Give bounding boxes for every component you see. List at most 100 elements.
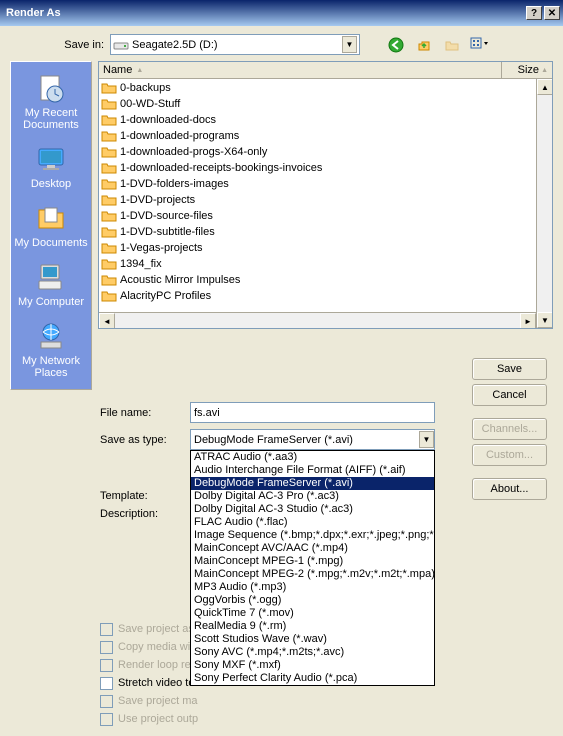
list-item[interactable]: 1-DVD-projects [99,192,536,208]
checkbox-icon [100,659,113,672]
folder-icon [101,290,117,302]
checkbox-icon [100,677,113,690]
folder-icon [101,210,117,222]
folder-icon [101,242,117,254]
vertical-scrollbar[interactable]: ▲ ▼ [536,79,552,328]
dropdown-option[interactable]: MainConcept MPEG-2 (*.mpg;*.m2v;*.m2t;*.… [191,568,434,581]
view-menu-icon[interactable] [470,35,490,55]
dropdown-option[interactable]: RealMedia 9 (*.rm) [191,620,434,633]
checkbox-use-project-out: Use project outp [100,710,553,728]
chevron-down-icon[interactable]: ▼ [342,36,357,53]
save-as-type-combo[interactable]: DebugMode FrameServer (*.avi) ▼ [190,429,435,450]
dropdown-option[interactable]: QuickTime 7 (*.mov) [191,607,434,620]
folder-icon [101,178,117,190]
place-desktop[interactable]: Desktop [11,137,91,196]
folder-icon [101,98,117,110]
dropdown-option[interactable]: Sony AVC (*.mp4;*.m2ts;*.avc) [191,646,434,659]
my-computer-icon [35,261,67,293]
list-item[interactable]: 1-downloaded-progs-X64-only [99,144,536,160]
dropdown-option[interactable]: Dolby Digital AC-3 Studio (*.ac3) [191,503,434,516]
chevron-down-icon[interactable]: ▼ [419,431,434,448]
desktop-icon [35,143,67,175]
about-button[interactable]: About... [472,478,547,500]
folder-icon [101,274,117,286]
folder-icon [101,130,117,142]
list-item[interactable]: 1-downloaded-receipts-bookings-invoices [99,160,536,176]
dropdown-option[interactable]: Image Sequence (*.bmp;*.dpx;*.exr;*.jpeg… [191,529,434,542]
dropdown-option[interactable]: MainConcept AVC/AAC (*.mp4) [191,542,434,555]
folder-icon [101,82,117,94]
folder-icon [101,226,117,238]
file-name-input[interactable]: fs.avi [190,402,435,423]
dropdown-option[interactable]: DebugMode FrameServer (*.avi) [191,477,434,490]
list-item[interactable]: 00-WD-Stuff [99,96,536,112]
help-button[interactable]: ? [526,6,542,20]
list-item[interactable]: 1-downloaded-programs [99,128,536,144]
list-header: Name▲ Size▲ [99,62,552,79]
description-label: Description: [100,508,190,520]
column-name[interactable]: Name▲ [99,62,502,78]
file-name-label: File name: [100,407,190,419]
folder-icon [101,146,117,158]
drive-icon [113,37,129,53]
sort-ascending-icon: ▲ [541,67,548,74]
list-item[interactable]: 1-DVD-subtitle-files [99,224,536,240]
place-my-documents[interactable]: My Documents [11,196,91,255]
list-item[interactable]: 1-Vegas-projects [99,240,536,256]
scroll-right-icon[interactable]: ► [520,313,536,328]
dropdown-option[interactable]: Audio Interchange File Format (AIFF) (*.… [191,464,434,477]
save-as-type-label: Save as type: [100,434,190,446]
scroll-up-icon[interactable]: ▲ [537,79,552,95]
dropdown-option[interactable]: FLAC Audio (*.flac) [191,516,434,529]
folder-icon [101,162,117,174]
list-item[interactable]: 1394_fix [99,256,536,272]
list-item[interactable]: AlacrityPC Profiles [99,288,536,304]
save-button[interactable]: Save [472,358,547,380]
places-bar: My Recent Documents Desktop My Documents… [10,61,92,390]
list-item[interactable]: 0-backups [99,80,536,96]
back-icon[interactable] [386,35,406,55]
dropdown-option[interactable]: Sony MXF (*.mxf) [191,659,434,672]
dropdown-option[interactable]: ATRAC Audio (*.aa3) [191,451,434,464]
list-item[interactable]: 1-downloaded-docs [99,112,536,128]
save-in-label: Save in: [54,39,104,51]
list-item[interactable]: 1-DVD-source-files [99,208,536,224]
scroll-down-icon[interactable]: ▼ [537,312,552,328]
up-one-level-icon[interactable] [414,35,434,55]
window-title: Render As [6,7,524,19]
titlebar: Render As ? ✕ [0,0,563,26]
new-folder-icon [442,35,462,55]
file-list[interactable]: Name▲ Size▲ 0-backups00-WD-Stuff1-downlo… [98,61,553,329]
checkbox-icon [100,713,113,726]
dropdown-option[interactable]: Dolby Digital AC-3 Pro (*.ac3) [191,490,434,503]
folder-icon [101,114,117,126]
place-my-computer[interactable]: My Computer [11,255,91,314]
network-places-icon [35,320,67,352]
checkbox-icon [100,623,113,636]
save-as-type-dropdown[interactable]: ATRAC Audio (*.aa3)Audio Interchange Fil… [190,450,435,686]
checkbox-icon [100,695,113,708]
dropdown-option[interactable]: Scott Studios Wave (*.wav) [191,633,434,646]
save-in-combo[interactable]: Seagate2.5D (D:) ▼ [110,34,360,55]
dropdown-option[interactable]: MP3 Audio (*.mp3) [191,581,434,594]
template-label: Template: [100,490,190,502]
column-size[interactable]: Size▲ [502,62,552,78]
list-item[interactable]: 1-DVD-folders-images [99,176,536,192]
dropdown-option[interactable]: OggVorbis (*.ogg) [191,594,434,607]
recent-documents-icon [35,72,67,104]
dropdown-option[interactable]: Sony Perfect Clarity Audio (*.pca) [191,672,434,685]
save-in-value: Seagate2.5D (D:) [132,39,342,51]
close-button[interactable]: ✕ [544,6,560,20]
place-network-places[interactable]: My Network Places [11,314,91,385]
horizontal-scrollbar[interactable]: ◄ ► [99,312,536,328]
checkbox-save-project-ma: Save project ma [100,692,553,710]
folder-icon [101,258,117,270]
scroll-left-icon[interactable]: ◄ [99,313,115,328]
folder-icon [101,194,117,206]
list-item[interactable]: Acoustic Mirror Impulses [99,272,536,288]
dropdown-option[interactable]: MainConcept MPEG-1 (*.mpg) [191,555,434,568]
sort-ascending-icon: ▲ [136,67,143,74]
place-recent-documents[interactable]: My Recent Documents [11,66,91,137]
my-documents-icon [35,202,67,234]
cancel-button[interactable]: Cancel [472,384,547,406]
